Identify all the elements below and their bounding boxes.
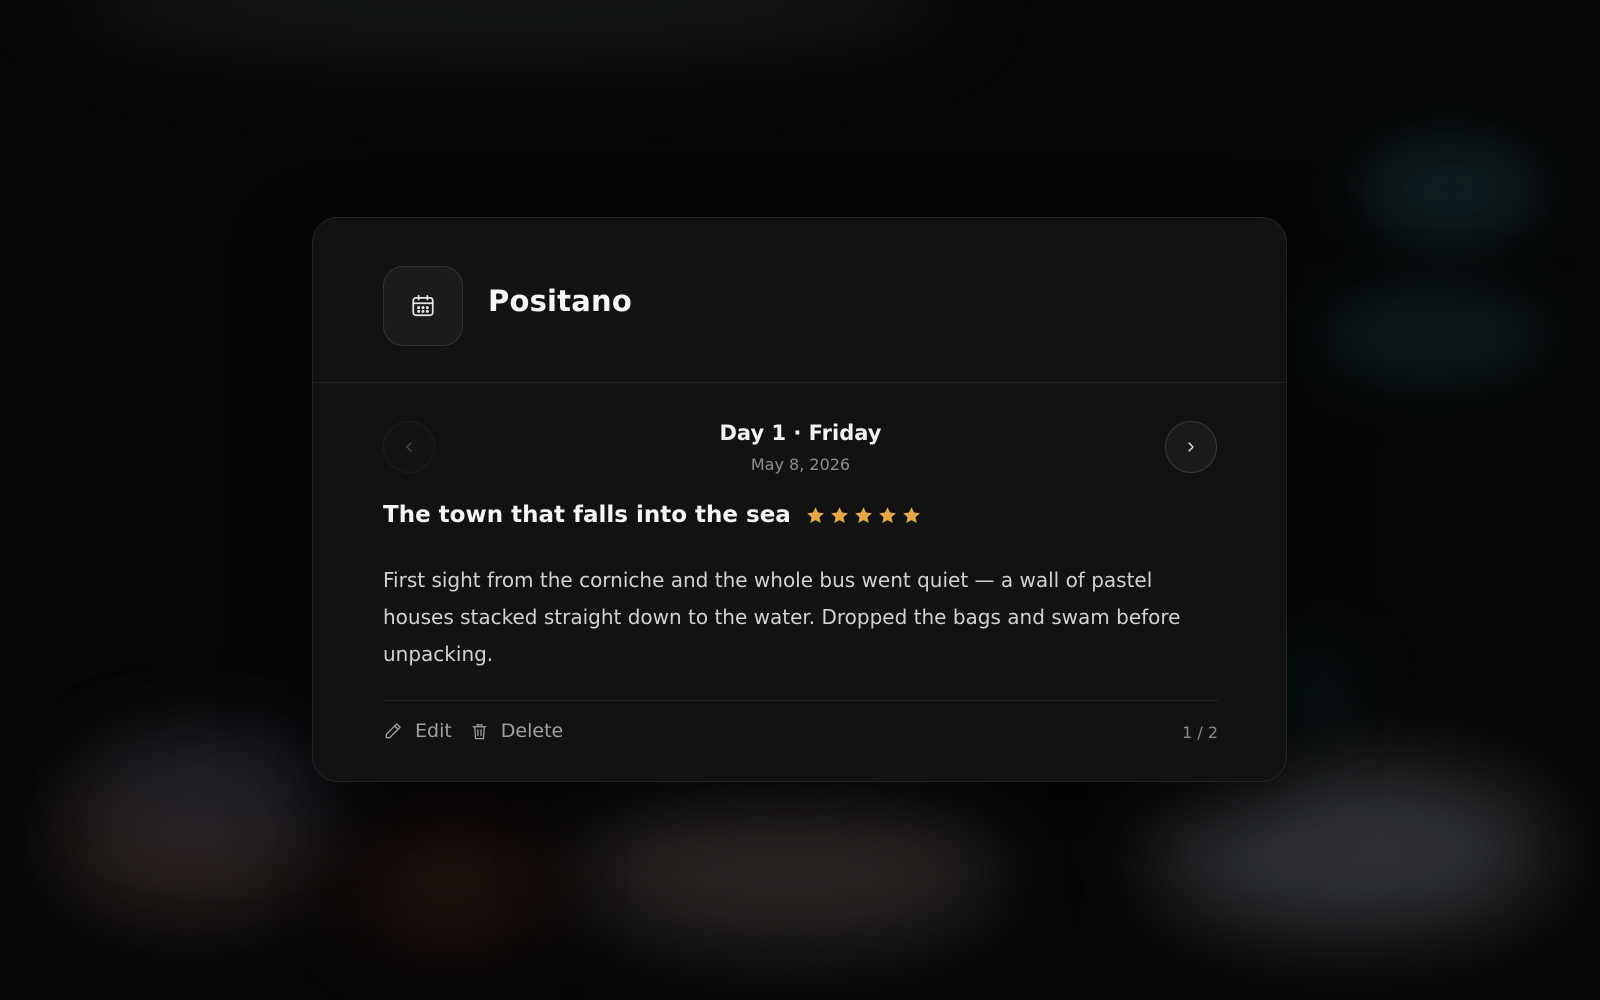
- trash-icon: [472, 723, 487, 739]
- card-title: Positano: [488, 284, 632, 318]
- star-icon: [879, 506, 896, 523]
- entry-actions: Edit Delete: [383, 720, 581, 742]
- star-icon: [855, 506, 872, 523]
- delete-label: Delete: [500, 720, 564, 742]
- star-rating: [805, 505, 922, 526]
- star-icon: [831, 506, 848, 523]
- day-date: May 8, 2026: [750, 455, 851, 474]
- chevron-right-icon: [1188, 442, 1194, 452]
- card-header: Positano: [313, 218, 1286, 383]
- divider: [383, 700, 1218, 701]
- next-day-button[interactable]: [1165, 421, 1217, 473]
- edit-label: Edit: [415, 720, 452, 742]
- calendar-icon: [383, 266, 463, 346]
- edit-button[interactable]: Edit: [383, 720, 452, 742]
- star-icon: [807, 506, 824, 523]
- day-title: Day 1 · Friday: [719, 421, 882, 445]
- star-icon: [903, 506, 920, 523]
- delete-button[interactable]: Delete: [470, 720, 563, 742]
- journal-entry-card: Positano Day 1 · Friday May 8, 2026 The …: [312, 217, 1287, 782]
- pencil-icon: [385, 723, 401, 739]
- entry-body: First sight from the corniche and the wh…: [383, 568, 1181, 666]
- entry-title: The town that falls into the sea: [383, 502, 791, 528]
- page-counter: 1 / 2: [1182, 723, 1218, 742]
- entry-heading: The town that falls into the sea: [383, 502, 922, 528]
